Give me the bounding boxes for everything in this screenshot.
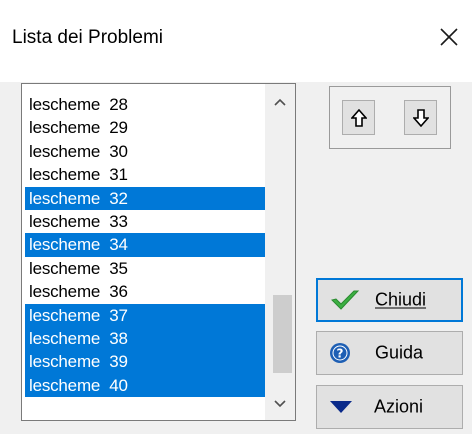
list-item[interactable]: lescheme 30 (25, 140, 265, 163)
list-item[interactable]: lescheme 38 (25, 326, 265, 351)
scrollbar-thumb[interactable] (273, 295, 292, 373)
chevron-up-icon (274, 98, 286, 106)
actions-button[interactable]: Azioni (316, 385, 463, 429)
guida-label: Guida (375, 342, 424, 363)
problems-list: lescheme 28 lescheme 29 lescheme 30 leschem… (22, 84, 265, 420)
chevron-down-icon (274, 400, 286, 408)
close-dialog-button[interactable]: Chiudi (316, 278, 463, 322)
chiudi-label: Chiudi (375, 289, 427, 310)
vertical-scrollbar[interactable] (265, 84, 295, 420)
list-item[interactable]: lescheme 35 (25, 257, 265, 280)
scroll-down-button[interactable] (265, 389, 295, 419)
help-button[interactable]: ? Guida (316, 331, 463, 375)
arrow-down-icon (412, 108, 429, 127)
list-item[interactable]: lescheme 33 (25, 210, 265, 233)
list-item[interactable]: lescheme 29 (25, 116, 265, 139)
svg-text:?: ? (337, 347, 344, 361)
scroll-up-button[interactable] (265, 87, 295, 117)
move-buttons-group (329, 86, 451, 149)
list-item[interactable]: lescheme 40 (25, 373, 265, 398)
list-item[interactable]: lescheme 39 (25, 350, 265, 374)
list-item[interactable]: lescheme 37 (25, 303, 265, 327)
move-down-button[interactable] (404, 100, 437, 135)
arrow-up-icon (350, 108, 367, 127)
close-icon (440, 28, 458, 46)
azioni-label: Azioni (374, 396, 424, 417)
checkmark-icon (330, 288, 360, 312)
title-bar: Lista dei Problemi (0, 0, 472, 82)
triangle-down-icon (329, 400, 353, 414)
close-button[interactable] (434, 22, 464, 52)
help-icon: ? (329, 342, 351, 364)
list-item[interactable]: lescheme 31 (25, 163, 265, 186)
list-item[interactable]: lescheme 34 (25, 233, 265, 257)
list-item[interactable]: lescheme 32 (25, 186, 265, 210)
list-item[interactable]: lescheme 36 (25, 280, 265, 303)
problems-listbox[interactable]: lescheme 28 lescheme 29 lescheme 30 leschem… (21, 83, 296, 421)
dialog-window: Lista dei Problemi lescheme 28 lescheme 2… (0, 0, 472, 434)
window-title: Lista dei Problemi (12, 27, 164, 48)
list-item[interactable]: lescheme 28 (25, 93, 265, 116)
move-up-button[interactable] (342, 100, 375, 135)
